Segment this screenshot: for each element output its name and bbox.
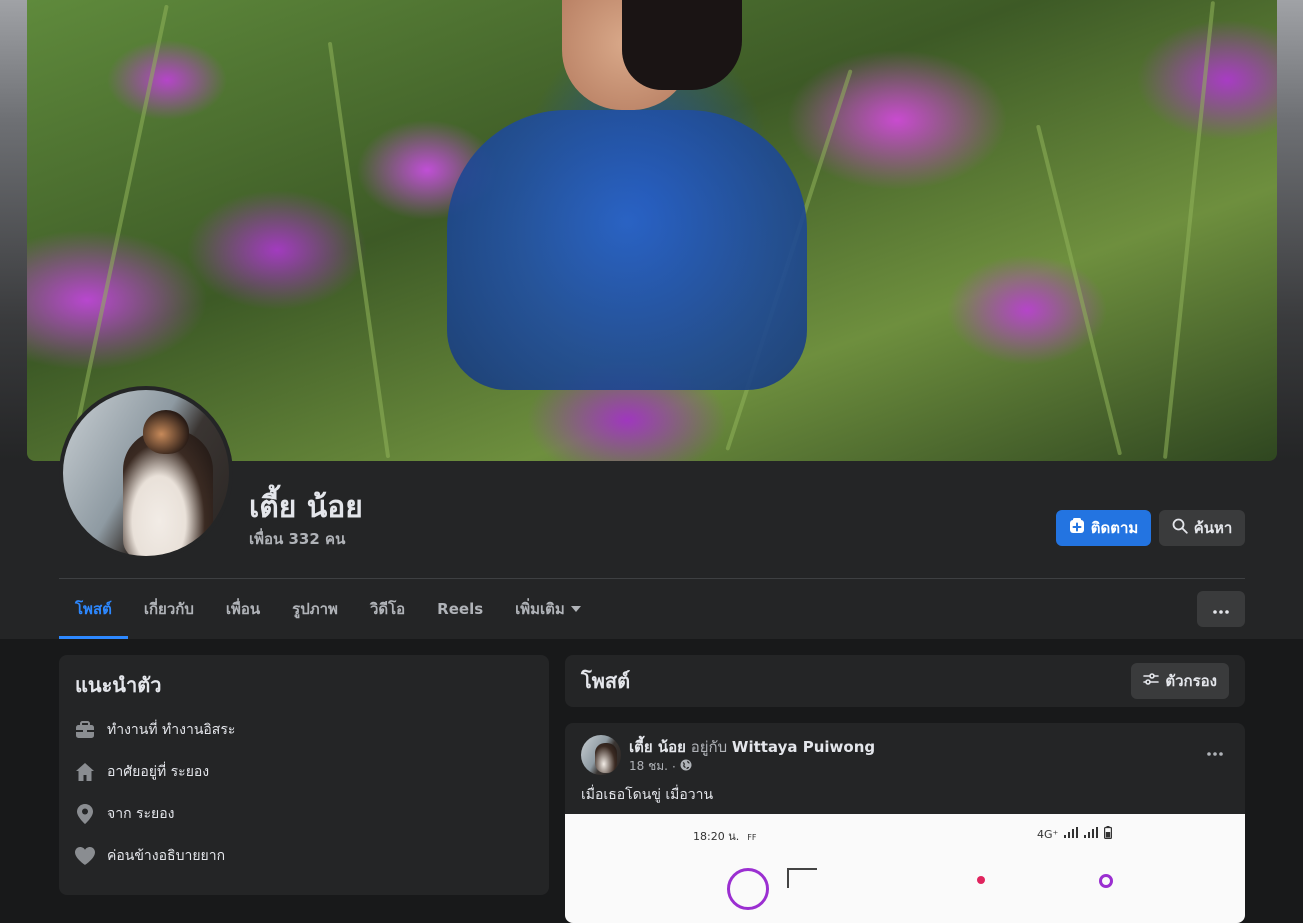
location-pin-icon	[75, 804, 95, 824]
tab-label: วิดีโอ	[369, 600, 406, 618]
signal-icon	[1084, 827, 1099, 841]
friend-count[interactable]: เพื่อน 332 คน	[249, 527, 345, 551]
intro-item-from: จาก ระยอง	[75, 793, 533, 835]
tab-about[interactable]: เกี่ยวกับ	[128, 579, 210, 639]
intro-card: แนะนำตัว ทำงานที่ ทำงานอิสระ อาศัยอยู่ที…	[59, 655, 549, 895]
home-icon	[75, 762, 95, 782]
chevron-down-icon	[570, 606, 581, 612]
tab-more[interactable]: เพิ่มเติม	[499, 579, 597, 639]
search-label: ค้นหา	[1193, 519, 1233, 537]
intro-item-text: จาก ระยอง	[107, 806, 175, 822]
image-time-text: 18:20 น.	[693, 830, 740, 843]
image-story-ring	[727, 868, 769, 910]
profile-search-button[interactable]: ค้นหา	[1159, 510, 1245, 546]
post-meta: 18 ชม. ·	[629, 757, 692, 776]
signal-icon	[1064, 827, 1079, 841]
tab-label: Reels	[437, 600, 484, 618]
posts-title: โพสต์	[581, 669, 631, 693]
profile-tabs: โพสต์ เกี่ยวกับ เพื่อน รูปภาพ วิดีโอ Ree…	[59, 579, 597, 639]
more-dots-icon	[1213, 600, 1229, 618]
search-icon	[1172, 518, 1188, 538]
image-status-right: 4G⁺	[1037, 826, 1113, 842]
more-dots-icon	[1207, 752, 1223, 756]
tab-label: โพสต์	[75, 600, 112, 618]
intro-item-text: ทำงานที่ ทำงานอิสระ	[107, 722, 236, 738]
post-time[interactable]: 18 ชม.	[629, 757, 668, 776]
intro-item-text: อาศัยอยู่ที่ ระยอง	[107, 764, 210, 780]
intro-item-relationship: ค่อนข้างอธิบายยาก	[75, 835, 533, 877]
post-card: เตี้ย น้อย อยู่กับ Wittaya Puiwong 18 ชม…	[565, 723, 1245, 923]
image-fragment	[977, 876, 985, 884]
post-with-text: อยู่กับ	[690, 738, 728, 756]
intro-item-text: ค่อนข้างอธิบายยาก	[107, 848, 226, 864]
tab-label: รูปภาพ	[292, 600, 338, 618]
image-fragment	[1099, 874, 1113, 888]
profile-picture[interactable]	[59, 386, 233, 560]
profile-name: เตี้ย น้อย	[249, 490, 363, 525]
intro-item-work: ทำงานที่ ทำงานอิสระ	[75, 709, 533, 751]
post-author-avatar[interactable]	[581, 735, 621, 775]
post-image[interactable]: 18:20 น. FF 4G⁺	[565, 814, 1245, 923]
image-fragment	[787, 868, 817, 888]
follow-button[interactable]: ติดตาม	[1056, 510, 1151, 546]
filter-button[interactable]: ตัวกรอง	[1131, 663, 1229, 699]
briefcase-icon	[75, 720, 95, 740]
follow-plus-icon	[1069, 518, 1085, 538]
posts-header: โพสต์ ตัวกรอง	[565, 655, 1245, 707]
tab-posts[interactable]: โพสต์	[59, 579, 128, 639]
post-author[interactable]: เตี้ย น้อย	[629, 738, 686, 756]
post-text: เมื่อเธอโดนขู่ เมื่อวาน	[581, 787, 714, 803]
image-status-time: 18:20 น. FF	[693, 827, 756, 845]
follow-label: ติดตาม	[1090, 519, 1139, 537]
sliders-icon	[1143, 671, 1160, 691]
image-ff-text: FF	[747, 833, 757, 842]
tab-label: เพิ่มเติม	[515, 600, 565, 618]
post-header: เตี้ย น้อย อยู่กับ Wittaya Puiwong	[629, 735, 875, 759]
meta-separator: ·	[671, 759, 676, 774]
tab-reels[interactable]: Reels	[421, 579, 499, 639]
intro-item-lives: อาศัยอยู่ที่ ระยอง	[75, 751, 533, 793]
globe-icon	[680, 759, 692, 774]
tab-friends[interactable]: เพื่อน	[210, 579, 276, 639]
tab-photos[interactable]: รูปภาพ	[276, 579, 354, 639]
tab-label: เพื่อน	[225, 600, 261, 618]
battery-icon	[1104, 826, 1113, 842]
tab-videos[interactable]: วิดีโอ	[354, 579, 421, 639]
profile-more-button[interactable]	[1197, 591, 1245, 627]
filter-label: ตัวกรอง	[1165, 672, 1217, 690]
post-options-button[interactable]	[1207, 741, 1223, 760]
heart-icon	[75, 846, 95, 866]
tab-label: เกี่ยวกับ	[143, 600, 194, 618]
intro-title: แนะนำตัว	[75, 673, 162, 697]
cover-photo[interactable]	[27, 0, 1277, 461]
image-network-text: 4G⁺	[1037, 827, 1059, 841]
post-tagged-user[interactable]: Wittaya Puiwong	[732, 738, 875, 756]
